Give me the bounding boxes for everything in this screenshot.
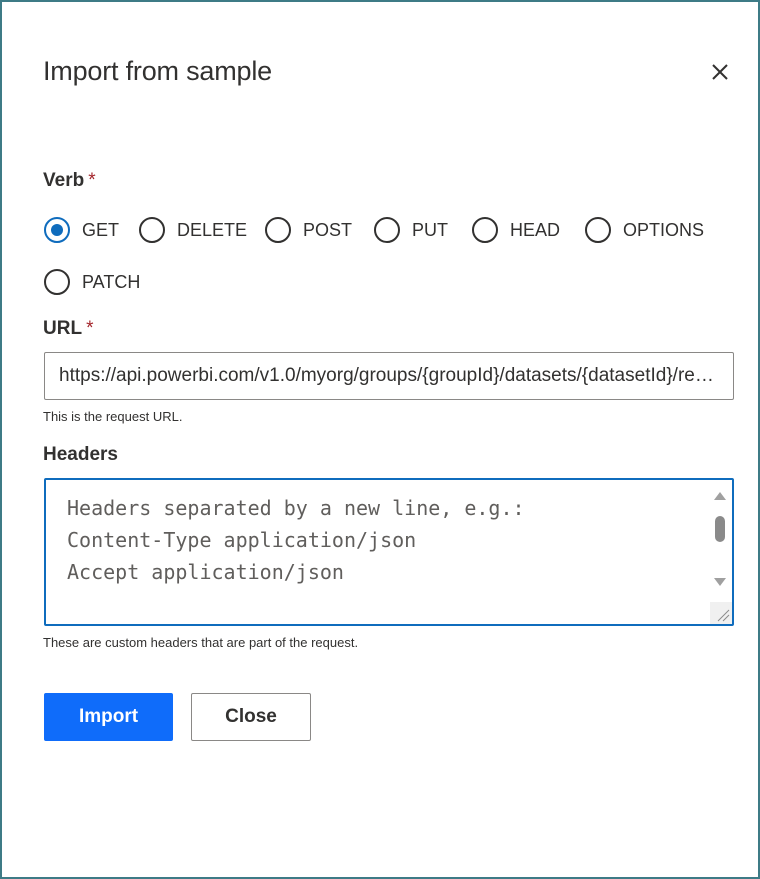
close-icon[interactable] xyxy=(704,56,736,88)
radio-unchecked-icon xyxy=(139,217,165,243)
url-input[interactable]: https://api.powerbi.com/v1.0/myorg/group… xyxy=(44,352,734,400)
verb-option-label: DELETE xyxy=(177,219,248,240)
headers-textarea[interactable]: Headers separated by a new line, e.g.: Co… xyxy=(44,478,734,626)
headers-placeholder-line: Headers separated by a new line, e.g.: xyxy=(67,496,525,520)
scroll-up-arrow-icon[interactable] xyxy=(714,492,726,500)
verb-option-label: PUT xyxy=(412,219,448,240)
url-required-mark: * xyxy=(86,318,94,339)
close-button[interactable]: Close xyxy=(191,693,311,741)
import-button[interactable]: Import xyxy=(44,693,173,741)
import-from-sample-dialog: Import from sample Verb * GET DELETE POST… xyxy=(0,0,760,879)
headers-hint: These are custom headers that are part o… xyxy=(43,635,359,650)
headers-placeholder: Headers separated by a new line, e.g.: Co… xyxy=(67,492,525,588)
headers-label: Headers xyxy=(43,444,118,465)
radio-checked-icon xyxy=(44,217,70,243)
verb-option-label: HEAD xyxy=(510,219,561,240)
url-hint: This is the request URL. xyxy=(43,409,183,424)
verb-label: Verb * xyxy=(43,170,96,192)
radio-unchecked-icon xyxy=(472,217,498,243)
scroll-thumb[interactable] xyxy=(715,516,725,542)
verb-option-label: GET xyxy=(82,219,120,240)
radio-unchecked-icon xyxy=(374,217,400,243)
verb-option-label: OPTIONS xyxy=(623,219,705,240)
radio-unchecked-icon xyxy=(265,217,291,243)
verb-option-put[interactable]: PUT xyxy=(374,214,448,246)
resize-grip-icon[interactable] xyxy=(710,602,732,624)
headers-placeholder-line: Accept application/json xyxy=(67,560,344,584)
headers-placeholder-line: Content-Type application/json xyxy=(67,528,417,552)
url-label: URL * xyxy=(43,318,93,340)
radio-unchecked-icon xyxy=(44,269,70,295)
verb-option-patch[interactable]: PATCH xyxy=(44,266,140,298)
scroll-down-arrow-icon[interactable] xyxy=(714,578,726,586)
verb-label-text: Verb xyxy=(43,170,85,191)
radio-unchecked-icon xyxy=(585,217,611,243)
verb-option-label: PATCH xyxy=(82,271,141,292)
verb-option-options[interactable]: OPTIONS xyxy=(585,214,704,246)
verb-option-get[interactable]: GET xyxy=(44,214,119,246)
verb-option-label: POST xyxy=(303,219,353,240)
headers-scrollbar[interactable] xyxy=(712,486,728,606)
verb-option-post[interactable]: POST xyxy=(265,214,352,246)
dialog-title: Import from sample xyxy=(43,56,272,86)
verb-option-head[interactable]: HEAD xyxy=(472,214,560,246)
verb-option-delete[interactable]: DELETE xyxy=(139,214,247,246)
verb-required-mark: * xyxy=(88,170,96,191)
url-label-text: URL xyxy=(43,318,83,339)
